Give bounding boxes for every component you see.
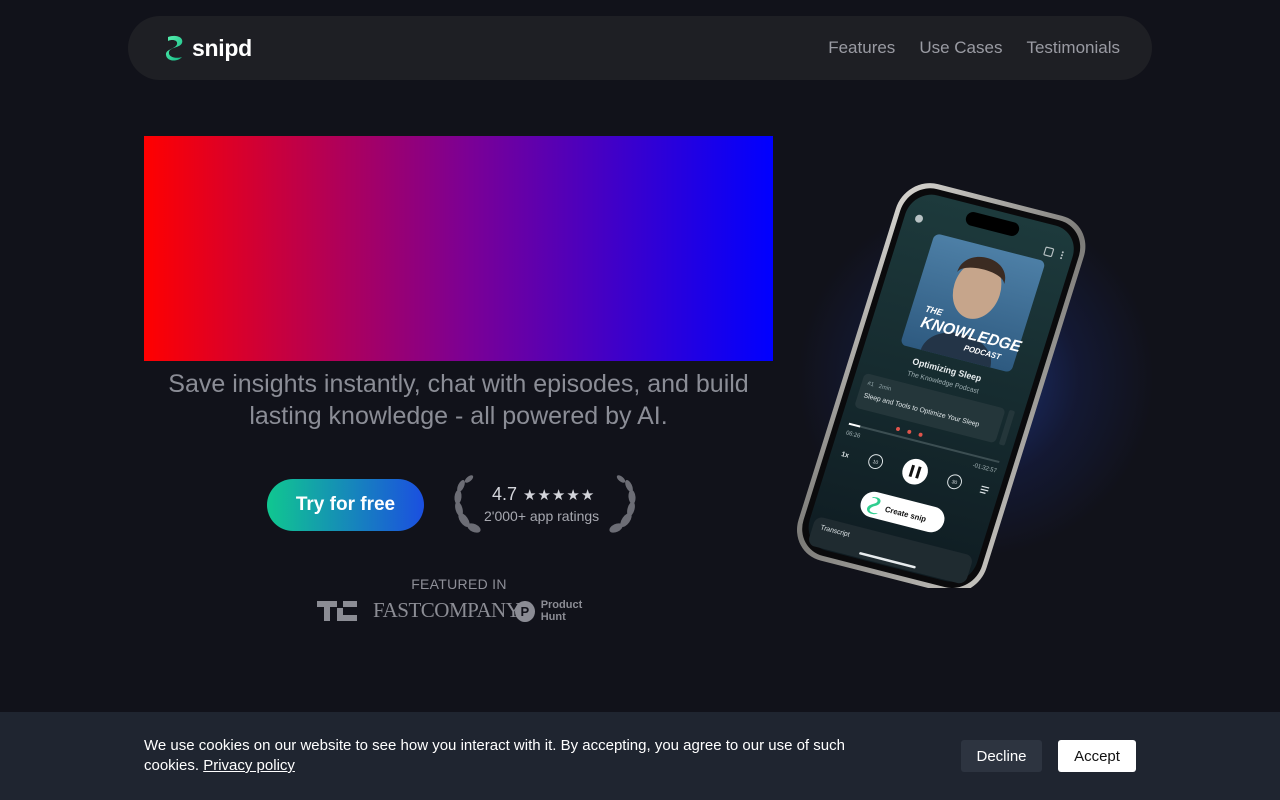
cookie-message: We use cookies on our website to see how… <box>144 736 864 776</box>
rating-count: 2'000+ app ratings <box>484 508 600 524</box>
accept-cookies-button[interactable]: Accept <box>1058 740 1136 772</box>
top-nav: snipd Features Use Cases Testimonials <box>128 16 1152 80</box>
nav-link-testimonials[interactable]: Testimonials <box>1026 38 1120 58</box>
app-rating-badge: 4.7 ★★★★★ 2'000+ app ratings <box>450 474 640 536</box>
product-hunt-logo: P Product Hunt <box>515 599 606 623</box>
snipd-logo[interactable]: snipd <box>164 35 252 62</box>
featured-logos: TC FASTCOMPANY P Product Hunt <box>316 598 606 624</box>
product-hunt-icon: P <box>515 600 535 622</box>
fast-company-logo: FASTCOMPANY <box>373 598 521 622</box>
rating-score: 4.7 <box>492 484 518 504</box>
nav-links: Features Use Cases Testimonials <box>828 38 1120 58</box>
privacy-policy-link[interactable]: Privacy policy <box>203 757 295 774</box>
nav-link-use-cases[interactable]: Use Cases <box>919 38 1002 58</box>
snipd-logo-icon <box>165 35 183 61</box>
star-rating-icon: ★★★★★ <box>523 486 596 504</box>
hero-gradient-banner <box>144 136 773 361</box>
decline-cookies-button[interactable]: Decline <box>961 740 1042 772</box>
featured-in-title: FEATURED IN <box>411 576 507 592</box>
cookie-consent-bar: We use cookies on our website to see how… <box>0 712 1280 800</box>
rating-score-line: 4.7 ★★★★★ <box>492 484 595 505</box>
phone-illustration: THE KNOWLEDGE PODCAST Optimizing Sleep T… <box>797 183 1086 588</box>
logo-text: snipd <box>192 34 252 61</box>
try-for-free-button[interactable]: Try for free <box>267 479 424 531</box>
product-hunt-text: Product Hunt <box>540 599 583 623</box>
nav-link-features[interactable]: Features <box>828 38 895 58</box>
hero-tagline: Save insights instantly, chat with episo… <box>168 370 749 430</box>
phone-mockup: THE KNOWLEDGE PODCAST Optimizing Sleep T… <box>796 168 1156 588</box>
techcrunch-logo: TC <box>317 601 357 621</box>
